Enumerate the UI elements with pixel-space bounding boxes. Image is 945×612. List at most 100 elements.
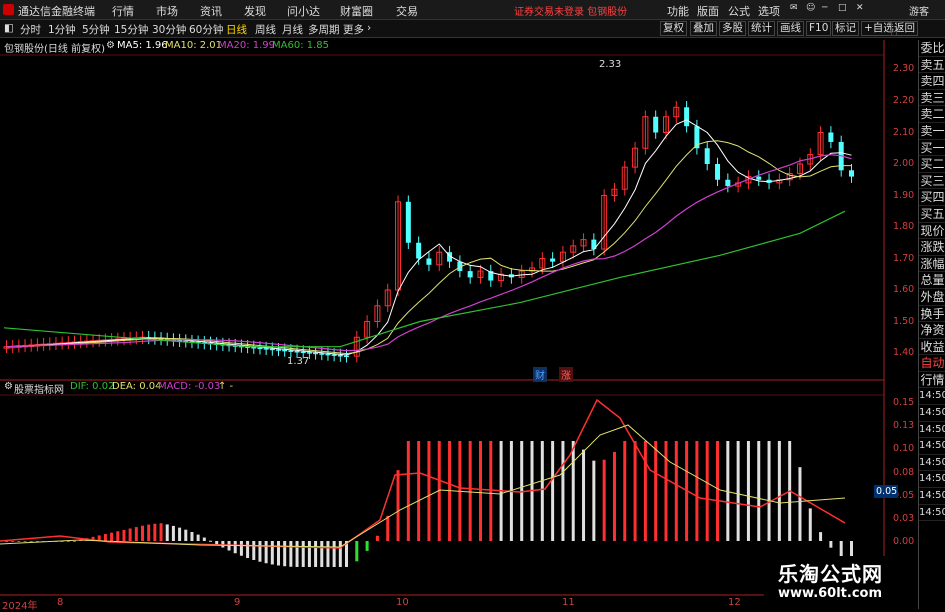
candle-body xyxy=(77,341,84,344)
candle-body xyxy=(282,349,288,352)
candle-body xyxy=(508,274,514,278)
period-tab-monthly[interactable]: 月线 xyxy=(282,22,303,37)
stock-title[interactable]: 包钢股份(日线 前复权) xyxy=(4,40,105,55)
panel-auto[interactable]: 自动 xyxy=(919,355,945,372)
adjust-button[interactable]: 复权 xyxy=(660,21,687,36)
draw-line-button[interactable]: 画线 xyxy=(777,21,804,36)
candle-body xyxy=(120,338,127,341)
menu-news[interactable]: 资讯 xyxy=(200,3,222,19)
candle-body xyxy=(40,343,47,347)
user-icon[interactable]: ☺ xyxy=(806,3,815,13)
chevron-right-icon[interactable]: › xyxy=(367,22,371,34)
panel-quotes[interactable]: 行情 xyxy=(919,372,945,389)
panel-sell4: 卖四 xyxy=(919,74,945,90)
candle-body xyxy=(786,172,793,181)
macd-bar xyxy=(91,536,95,541)
overlay-button[interactable]: 叠加 xyxy=(690,21,717,36)
candle-body xyxy=(580,239,587,247)
macd-bar xyxy=(221,541,225,548)
period-tab-30min[interactable]: 30分钟 xyxy=(152,22,186,37)
macd-bar xyxy=(54,541,58,542)
period-tab-multi[interactable]: 多周期 xyxy=(308,22,340,37)
macd-settings-icon[interactable]: ⚙ xyxy=(4,381,13,392)
guest-label[interactable]: 游客 xyxy=(909,3,929,18)
menu-trade[interactable]: 交易 xyxy=(396,3,418,19)
macd-bar xyxy=(11,541,15,542)
macd-bar xyxy=(592,460,596,541)
candle-body xyxy=(559,251,566,263)
candle-body xyxy=(426,258,432,265)
menu-ask[interactable]: 问小达 xyxy=(287,3,320,19)
macd-bar xyxy=(35,541,39,542)
candle-body xyxy=(828,132,834,142)
back-button[interactable]: 返回 xyxy=(891,21,918,36)
panel-sell5: 卖五 xyxy=(919,57,945,74)
macd-bar xyxy=(829,541,833,548)
macd-bar xyxy=(355,541,359,562)
mail-icon[interactable]: ✉ xyxy=(790,3,798,13)
watermark-url: www.60lt.com xyxy=(778,586,883,601)
f10-button[interactable]: F10 xyxy=(806,21,832,36)
candle-body xyxy=(177,340,183,342)
panel-outer: 外盘 xyxy=(919,289,945,306)
macd-bar xyxy=(674,441,678,541)
menu-discover[interactable]: 发现 xyxy=(244,3,266,19)
candle-body xyxy=(59,342,66,345)
statistics-button[interactable]: 统计 xyxy=(748,21,775,36)
period-toolbar: ◧ 分时 1分钟 5分钟 15分钟 30分钟 60分钟 日线 周线 月线 多周期… xyxy=(0,20,945,38)
macd-y-tick: 0.13 xyxy=(893,420,915,431)
menu-layout[interactable]: 版面 xyxy=(697,3,719,19)
candle-body xyxy=(214,343,220,346)
period-tab-weekly[interactable]: 周线 xyxy=(255,22,276,37)
candle-body xyxy=(353,336,360,357)
high-price-label: 2.33 xyxy=(599,59,622,70)
candle-body xyxy=(488,271,494,281)
mark-button[interactable]: 标记 xyxy=(832,21,859,36)
minimize-icon[interactable]: ─ xyxy=(822,3,827,13)
period-tab-intraday[interactable]: 分时 xyxy=(20,22,41,37)
period-tab-1min[interactable]: 1分钟 xyxy=(48,22,76,37)
settings-gear-icon[interactable]: ⚙ xyxy=(106,40,115,51)
candle-body xyxy=(288,350,294,352)
menu-options[interactable]: 选项 xyxy=(758,3,780,19)
menu-function[interactable]: 功能 xyxy=(667,3,689,19)
panel-committee-ratio[interactable]: 委比 xyxy=(919,40,945,57)
trade-notice[interactable]: 证券交易未登录 包钢股份 xyxy=(514,3,627,18)
candle-body xyxy=(325,353,331,356)
macd-bar xyxy=(165,524,169,541)
menu-formula[interactable]: 公式 xyxy=(728,3,750,19)
menu-market[interactable]: 市场 xyxy=(156,3,178,19)
candle-body xyxy=(34,344,41,347)
period-tab-5min[interactable]: 5分钟 xyxy=(82,22,110,37)
limit-up-marker[interactable]: 涨 xyxy=(559,367,573,382)
maximize-icon[interactable]: □ xyxy=(838,3,847,13)
candle-body xyxy=(294,350,300,353)
candle-body xyxy=(133,337,140,340)
indicator-name[interactable]: 股票指标网 xyxy=(14,381,64,396)
close-icon[interactable]: ✕ xyxy=(856,3,864,13)
menu-wealth[interactable]: 财富圈 xyxy=(340,3,373,19)
macd-bar xyxy=(227,541,231,551)
panel-sell2: 卖二 xyxy=(919,107,945,123)
multi-stock-button[interactable]: 多股 xyxy=(719,21,746,36)
macd-bar xyxy=(386,515,390,541)
candle-body xyxy=(384,289,391,307)
x-label: 9 xyxy=(234,597,241,608)
toolbar-back-icon[interactable]: ◧ xyxy=(4,22,14,34)
macd-bar xyxy=(215,541,219,545)
period-tab-15min[interactable]: 15分钟 xyxy=(114,22,148,37)
candle-body xyxy=(52,342,59,346)
panel-sell1: 卖一 xyxy=(919,123,945,140)
finance-marker[interactable]: 财 xyxy=(533,367,547,382)
period-tab-daily[interactable]: 日线 xyxy=(226,22,247,37)
period-tab-more[interactable]: 更多 xyxy=(343,22,364,37)
candle-body xyxy=(447,252,453,262)
candle-body xyxy=(108,338,115,342)
menu-quotes[interactable]: 行情 xyxy=(112,3,134,19)
macd-bar xyxy=(159,523,163,541)
macd-y-tick: 0.10 xyxy=(893,443,915,454)
macd-bar xyxy=(612,452,616,541)
period-tab-60min[interactable]: 60分钟 xyxy=(189,22,223,37)
candle-body xyxy=(642,116,649,149)
y-tick: 2.10 xyxy=(893,127,915,138)
